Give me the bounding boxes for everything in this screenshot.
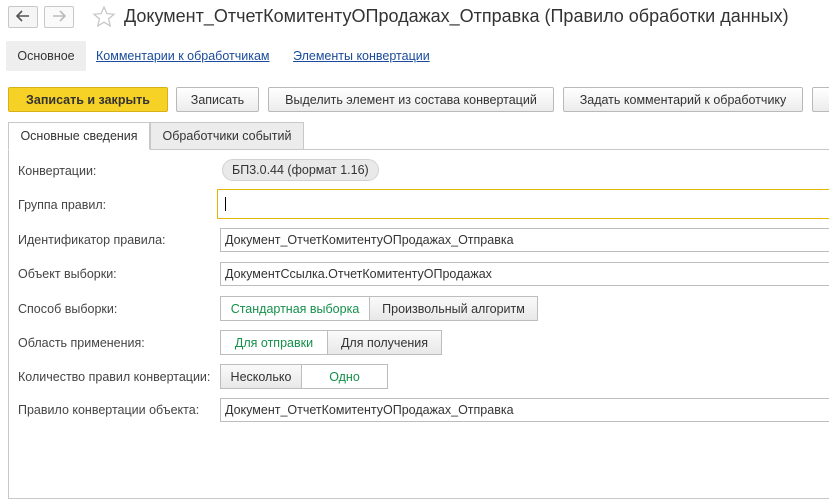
- arrow-left-icon: [15, 9, 30, 25]
- tab-event-handlers[interactable]: Обработчики событий: [150, 122, 304, 150]
- rule-id-input[interactable]: Документ_ОтчетКомитентуОПродажах_Отправк…: [220, 228, 829, 252]
- option-several[interactable]: Несколько: [220, 364, 302, 389]
- nav-link-handler-comments[interactable]: Комментарии к обработчикам: [96, 49, 270, 63]
- option-one[interactable]: Одно: [302, 364, 388, 389]
- add-comment-button[interactable]: Задать комментарий к обработчику: [563, 87, 803, 112]
- object-rule-label: Правило конвертации объекта:: [18, 403, 200, 417]
- option-for-sending[interactable]: Для отправки: [220, 330, 328, 355]
- option-standard-selection[interactable]: Стандартная выборка: [220, 296, 370, 321]
- selection-object-label: Объект выборки:: [18, 267, 117, 281]
- forward-button[interactable]: [44, 6, 74, 28]
- select-element-button[interactable]: Выделить элемент из состава конвертаций: [268, 87, 554, 112]
- object-rule-input[interactable]: Документ_ОтчетКомитентуОПродажах_Отправк…: [220, 398, 829, 422]
- selection-method-label: Способ выборки:: [18, 302, 118, 316]
- rule-group-input[interactable]: [217, 189, 829, 219]
- rule-group-label: Группа правил:: [18, 198, 107, 212]
- save-and-close-button[interactable]: Записать и закрыть: [8, 87, 168, 112]
- text-caret: [225, 197, 226, 211]
- rules-count-toggle: Несколько Одно: [220, 364, 388, 389]
- option-custom-algorithm[interactable]: Произвольный алгоритм: [370, 296, 538, 321]
- rules-count-label: Количество правил конвертации:: [18, 370, 211, 384]
- conversion-tag[interactable]: БП3.0.44 (формат 1.16): [222, 159, 379, 181]
- scope-label: Область применения:: [18, 336, 145, 350]
- arrow-right-icon: [52, 9, 67, 25]
- rule-id-label: Идентификатор правила:: [18, 233, 166, 247]
- more-button[interactable]: [812, 87, 829, 112]
- nav-main[interactable]: Основное: [6, 41, 86, 71]
- back-button[interactable]: [8, 6, 38, 28]
- save-button[interactable]: Записать: [176, 87, 259, 112]
- tab-general[interactable]: Основные сведения: [8, 122, 150, 150]
- scope-toggle: Для отправки Для получения: [220, 330, 442, 355]
- conversions-label: Конвертации:: [18, 164, 97, 178]
- selection-object-input[interactable]: ДокументСсылка.ОтчетКомитентуОПродажах: [220, 262, 829, 286]
- selection-method-toggle: Стандартная выборка Произвольный алгорит…: [220, 296, 538, 321]
- nav-link-conversion-elements[interactable]: Элементы конвертации: [293, 49, 430, 63]
- window-title: Документ_ОтчетКомитентуОПродажах_Отправк…: [124, 6, 789, 26]
- option-for-receiving[interactable]: Для получения: [328, 330, 442, 355]
- star-icon[interactable]: [92, 5, 116, 32]
